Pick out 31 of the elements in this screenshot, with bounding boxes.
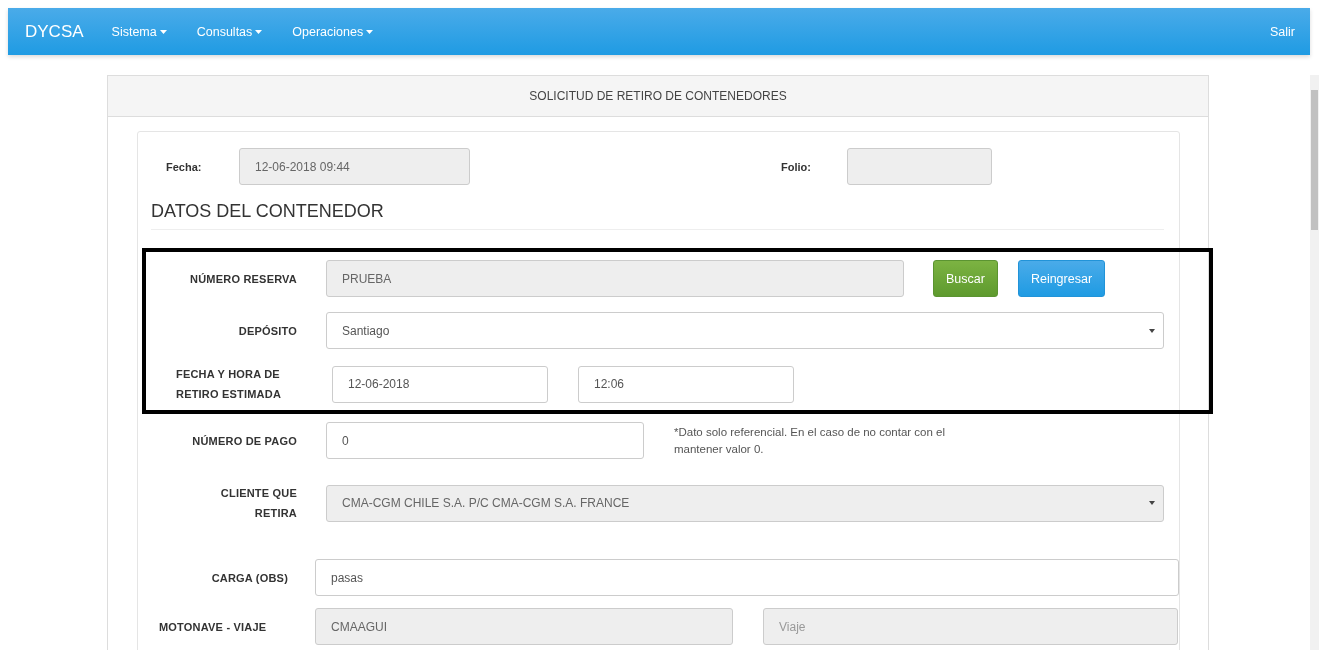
caret-icon xyxy=(159,29,167,34)
scroll-thumb[interactable] xyxy=(1311,90,1318,230)
field-label: MOTONAVE - VIAJE xyxy=(159,619,268,635)
input-field[interactable]: 12:06 xyxy=(578,365,794,403)
field-label: CARGA (OBS) xyxy=(210,570,288,586)
nav-menu[interactable]: Sistema xyxy=(111,24,167,39)
scrollbar[interactable] xyxy=(1310,75,1319,650)
reenter-button[interactable]: Reingresar xyxy=(1017,260,1106,297)
search-button[interactable]: Buscar xyxy=(933,260,998,297)
panel-title: SOLICITUD DE RETIRO DE CONTENEDORES xyxy=(108,76,1208,117)
nav-menu[interactable]: Consultas xyxy=(196,24,263,39)
field-label: Folio: xyxy=(781,160,812,173)
help-text: *Dato solo referencial. En el caso de no contar con el mantener valor 0. xyxy=(674,424,947,457)
caret-icon xyxy=(1149,328,1155,333)
input-field[interactable]: pasas xyxy=(315,559,1179,596)
logout-link[interactable]: Salir xyxy=(1270,24,1295,39)
nav-menu[interactable]: Operaciones xyxy=(292,24,374,39)
input-field[interactable]: 0 xyxy=(326,422,644,459)
section-heading: DATOS DEL CONTENEDOR xyxy=(151,201,1164,230)
field-label: NÚMERO DE PAGO xyxy=(191,433,297,449)
caret-icon xyxy=(366,29,374,34)
select-field[interactable]: Santiago xyxy=(326,312,1164,349)
field-label: Fecha: xyxy=(166,160,203,173)
field-label: DEPÓSITO xyxy=(237,323,297,339)
field-label: NÚMERO RESERVA xyxy=(189,271,297,287)
input-field[interactable]: 12-06-2018 xyxy=(332,365,548,403)
field-label: CLIENTE QUE RETIRA xyxy=(219,486,297,521)
caret-icon xyxy=(1149,501,1155,505)
field-label: FECHA Y HORA DE RETIRO ESTIMADA xyxy=(176,367,283,402)
caret-icon xyxy=(255,29,263,34)
brand-logo[interactable]: DYCSA xyxy=(25,21,84,42)
